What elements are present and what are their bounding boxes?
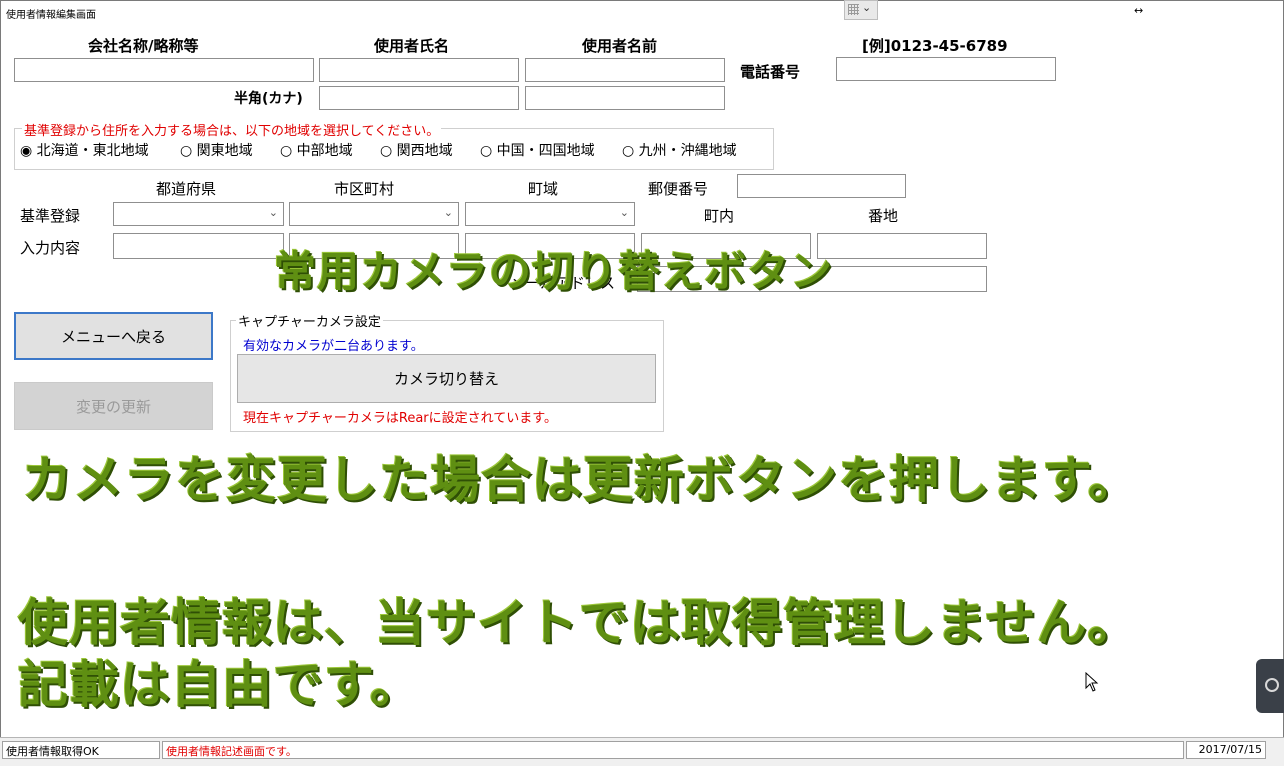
- region-instruction: 基準登録から住所を入力する場合は、以下の地域を選択してください。: [22, 120, 442, 139]
- mouse-cursor-icon: [1085, 672, 1099, 692]
- prefecture-label: 都道府県: [156, 180, 217, 198]
- region-radio-kyushu[interactable]: ○ 九州・沖縄地域: [622, 140, 737, 160]
- update-button[interactable]: 変更の更新: [14, 382, 213, 430]
- radio-label: 中部地域: [296, 143, 353, 159]
- region-radio-hokkaido[interactable]: ◉ 北海道・東北地域: [20, 140, 149, 160]
- chevron-down-icon: ⌄: [862, 1, 872, 14]
- region-radio-kansai[interactable]: ○ 関西地域: [380, 140, 453, 160]
- company-input[interactable]: [14, 58, 314, 82]
- input-row-label: 入力内容: [20, 239, 81, 257]
- status-date: 2017/07/15: [1186, 741, 1266, 759]
- overlay-privacy-line2: 記載は自由です。: [18, 656, 421, 714]
- window-title: 使用者情報編集画面: [6, 10, 96, 21]
- horizontal-resize-icon: ↔: [1134, 4, 1144, 17]
- user-name-label: 使用者氏名: [374, 37, 450, 55]
- chevron-down-icon: ⌄: [619, 206, 629, 219]
- number-input[interactable]: [817, 233, 987, 259]
- town-select[interactable]: ⌄: [465, 202, 635, 226]
- overlay-update-note: カメラを変更した場合は更新ボタンを押します。: [22, 451, 1139, 509]
- region-radio-chubu[interactable]: ○ 中部地域: [280, 140, 353, 160]
- phone-label: 電話番号: [740, 63, 801, 81]
- switch-camera-button[interactable]: カメラ切り替え: [237, 354, 656, 403]
- radio-label: 中国・四国地域: [496, 143, 595, 159]
- radio-label: 関東地域: [196, 143, 253, 159]
- register-row-label: 基準登録: [20, 207, 81, 225]
- region-radio-kanto[interactable]: ○ 関東地域: [180, 140, 253, 160]
- toolbar-dropdown[interactable]: ⌄: [844, 0, 878, 20]
- chevron-down-icon: ⌄: [443, 206, 453, 219]
- radio-label: 九州・沖縄地域: [638, 143, 737, 159]
- user-first-input[interactable]: [525, 58, 725, 82]
- overlay-camera-button-caption: 常用カメラの切り替えボタン: [274, 247, 834, 296]
- status-bar: 使用者情報取得OK 使用者情報記述画面です。 2017/07/15: [0, 737, 1284, 766]
- postal-input[interactable]: [737, 174, 906, 198]
- kana-first-input[interactable]: [525, 86, 725, 110]
- region-radio-chugoku[interactable]: ○ 中国・四国地域: [480, 140, 595, 160]
- grid-icon: [848, 4, 859, 15]
- postal-label: 郵便番号: [648, 180, 709, 198]
- phone-input[interactable]: [836, 57, 1056, 81]
- chevron-down-icon: ⌄: [268, 206, 278, 219]
- block-label: 町内: [704, 207, 735, 225]
- prefecture-input[interactable]: [113, 233, 284, 259]
- city-label: 市区町村: [334, 180, 395, 198]
- phone-example-label: [例]0123-45-6789: [862, 37, 1008, 55]
- back-to-menu-button[interactable]: メニューへ戻る: [14, 312, 213, 360]
- camera-available-text: 有効なカメラが二台あります。: [243, 339, 424, 354]
- number-label: 番地: [868, 207, 899, 225]
- teamviewer-icon: [1265, 678, 1279, 692]
- prefecture-select[interactable]: ⌄: [113, 202, 284, 226]
- user-name-input[interactable]: [319, 58, 519, 82]
- city-select[interactable]: ⌄: [289, 202, 459, 226]
- user-first-label: 使用者名前: [582, 37, 658, 55]
- company-label: 会社名称/略称等: [88, 37, 199, 55]
- camera-current-text: 現在キャプチャーカメラはRearに設定されています。: [243, 411, 557, 426]
- radio-label: 北海道・東北地域: [36, 143, 149, 159]
- kana-label: 半角(カナ): [234, 91, 303, 107]
- kana-last-input[interactable]: [319, 86, 519, 110]
- status-message: 使用者情報記述画面です。: [162, 741, 1184, 759]
- radio-label: 関西地域: [396, 143, 453, 159]
- town-label: 町域: [528, 180, 559, 198]
- status-left: 使用者情報取得OK: [2, 741, 160, 759]
- camera-group-title: キャプチャーカメラ設定: [236, 311, 383, 330]
- teamviewer-side-tab[interactable]: [1256, 659, 1284, 713]
